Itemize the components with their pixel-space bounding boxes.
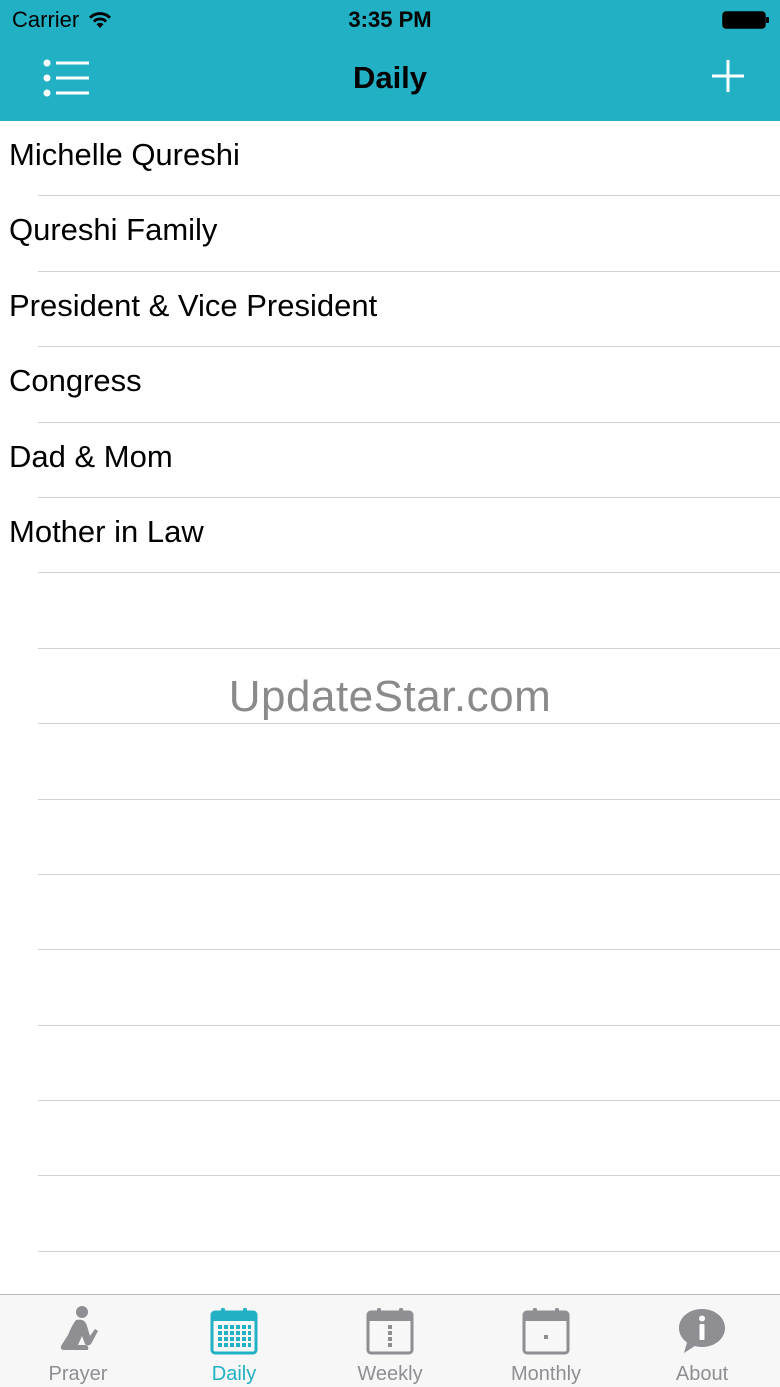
list-item-label: Michelle Qureshi (9, 137, 240, 172)
empty-row (0, 875, 780, 951)
tab-daily[interactable]: Daily (156, 1295, 312, 1387)
praying-person-icon (60, 1306, 98, 1350)
tab-label: Monthly (510, 1363, 582, 1385)
list-item[interactable]: Michelle Qureshi (0, 121, 780, 197)
status-time: 3:35 PM (348, 7, 432, 32)
list-item[interactable]: President & Vice President (0, 272, 780, 348)
empty-row (0, 649, 780, 725)
empty-row (0, 800, 780, 876)
tab-monthly[interactable]: Monthly (468, 1295, 624, 1387)
empty-row (0, 573, 780, 650)
list-item-label: Mother in Law (9, 513, 204, 549)
list-item-label: Dad & Mom (9, 438, 173, 474)
tab-label: Daily (211, 1363, 257, 1385)
nav-bar: Daily (0, 40, 780, 121)
empty-row (0, 950, 780, 1027)
tab-prayer[interactable]: Prayer (0, 1295, 156, 1387)
info-bubble-icon (679, 1309, 725, 1353)
empty-row (0, 1176, 780, 1253)
weekly-calendar-icon (366, 1308, 414, 1355)
tab-bar: Prayer Daily Weekly Monthly About (0, 1294, 780, 1387)
tab-label: About (675, 1363, 729, 1385)
battery-icon (722, 11, 769, 29)
prayer-list: Michelle Qureshi Qureshi Family Presiden… (0, 121, 780, 1294)
list-item-label: President & Vice President (9, 287, 378, 323)
add-button[interactable] (706, 54, 750, 98)
list-menu-icon (43, 59, 89, 97)
tab-weekly[interactable]: Weekly (312, 1295, 468, 1387)
list-item[interactable]: Qureshi Family (0, 196, 780, 273)
status-bar: Carrier 3:35 PM (0, 0, 780, 40)
tab-about[interactable]: About (624, 1295, 780, 1387)
list-item[interactable]: Congress (0, 347, 780, 423)
tab-label: Weekly (357, 1363, 423, 1385)
page-title: Daily (352, 60, 428, 95)
list-item[interactable]: Dad & Mom (0, 423, 780, 499)
list-item-label: Congress (9, 363, 142, 399)
tab-label: Prayer (48, 1363, 108, 1385)
empty-row (0, 1026, 780, 1102)
list-item[interactable]: Mother in Law (0, 498, 780, 574)
empty-row (0, 724, 780, 800)
empty-row (0, 1252, 780, 1294)
monthly-calendar-icon (522, 1308, 570, 1355)
list-item-label: Qureshi Family (9, 212, 218, 248)
empty-row (0, 1101, 780, 1177)
menu-button[interactable] (36, 54, 96, 104)
plus-icon (712, 60, 744, 92)
header: Carrier 3:35 PM Daily (0, 0, 780, 121)
daily-calendar-icon (210, 1308, 258, 1355)
